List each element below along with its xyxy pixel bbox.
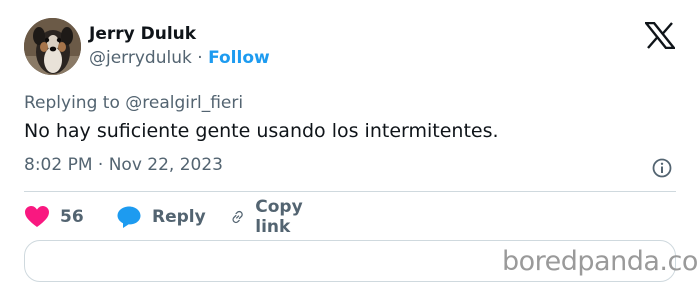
replying-to-label: Replying to <box>24 93 126 113</box>
reply-button[interactable]: Reply <box>116 203 206 231</box>
reply-label: Reply <box>152 207 206 227</box>
info-icon[interactable] <box>651 157 673 179</box>
follow-button[interactable]: Follow <box>208 48 270 68</box>
replying-to-handle[interactable]: @realgirl_fieri <box>125 93 243 113</box>
avatar[interactable] <box>24 18 81 75</box>
author-name[interactable]: Jerry Duluk <box>89 24 196 44</box>
copy-link-label: Copy link <box>255 197 303 237</box>
heart-icon <box>25 206 49 227</box>
divider <box>24 191 676 192</box>
tweet-text: No hay suficiente gente usando los inter… <box>24 120 499 142</box>
watermark: boredpanda.com <box>502 246 700 277</box>
x-logo-icon[interactable] <box>645 22 675 49</box>
like-count: 56 <box>60 207 84 227</box>
separator-dot: · <box>197 48 203 68</box>
link-icon <box>232 210 243 224</box>
speech-bubble-icon <box>117 206 141 228</box>
tweet-timestamp[interactable]: 8:02 PM · Nov 22, 2023 <box>24 155 223 175</box>
dog-avatar-image <box>24 18 81 75</box>
copy-link-button[interactable]: Copy link <box>230 197 311 237</box>
replying-to: Replying to @realgirl_fieri <box>24 93 243 113</box>
author-handle[interactable]: @jerryduluk <box>89 48 192 68</box>
like-button[interactable]: 56 <box>24 203 84 231</box>
author-handle-row: @jerryduluk · Follow <box>89 48 270 68</box>
